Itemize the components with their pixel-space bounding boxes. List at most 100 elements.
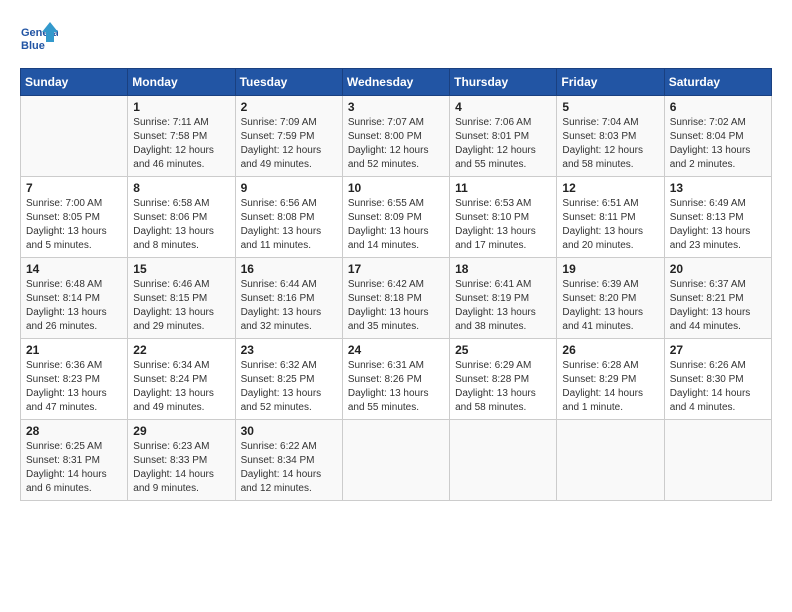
calendar-week-row: 14 Sunrise: 6:48 AMSunset: 8:14 PMDayligh…: [21, 258, 772, 339]
day-number: 9: [241, 181, 337, 195]
day-info: Sunrise: 6:22 AMSunset: 8:34 PMDaylight:…: [241, 440, 337, 496]
day-number: 7: [26, 181, 122, 195]
calendar-day-cell: 28Sunrise: 6:25 AMSunset: 8:31 PMDayligh…: [21, 420, 128, 501]
weekday-header-cell: Monday: [128, 69, 235, 96]
weekday-header-cell: Tuesday: [235, 69, 342, 96]
calendar-day-cell: 6Sunrise: 7:02 AMSunset: 8:04 PMDaylight…: [664, 96, 771, 177]
logo: General Blue: [20, 20, 58, 58]
calendar-week-row: 1 Sunrise: 7:11 AMSunset: 7:58 PMDaylight…: [21, 96, 772, 177]
day-info: Sunrise: 6:44 AMSunset: 8:16 PMDaylight:…: [241, 278, 337, 334]
day-info: Sunrise: 6:29 AMSunset: 8:28 PMDaylight:…: [455, 359, 551, 415]
day-number: 24: [348, 343, 444, 357]
day-number: 2: [241, 100, 337, 114]
day-info: Sunrise: 6:42 AMSunset: 8:18 PMDaylight:…: [348, 278, 444, 334]
day-number: 1: [133, 100, 229, 114]
calendar-body: 1 Sunrise: 7:11 AMSunset: 7:58 PMDaylight…: [21, 96, 772, 501]
svg-text:Blue: Blue: [21, 40, 45, 52]
day-info: Sunrise: 6:48 AMSunset: 8:14 PMDaylight:…: [26, 278, 122, 334]
day-number: 3: [348, 100, 444, 114]
calendar-day-cell: 5Sunrise: 7:04 AMSunset: 8:03 PMDaylight…: [557, 96, 664, 177]
day-number: 10: [348, 181, 444, 195]
day-info: Sunrise: 6:55 AMSunset: 8:09 PMDaylight:…: [348, 197, 444, 253]
calendar-day-cell: 23Sunrise: 6:32 AMSunset: 8:25 PMDayligh…: [235, 339, 342, 420]
calendar-day-cell: 30 Sunrise: 6:22 AMSunset: 8:34 PMDayligh…: [235, 420, 342, 501]
calendar-day-cell: [342, 420, 449, 501]
day-info: Sunrise: 7:00 AMSunset: 8:05 PMDaylight:…: [26, 197, 122, 253]
calendar-day-cell: 24 Sunrise: 6:31 AMSunset: 8:26 PMDayligh…: [342, 339, 449, 420]
calendar-day-cell: 14 Sunrise: 6:48 AMSunset: 8:14 PMDayligh…: [21, 258, 128, 339]
calendar-day-cell: 8Sunrise: 6:58 AMSunset: 8:06 PMDaylight…: [128, 177, 235, 258]
day-info: Sunrise: 6:41 AMSunset: 8:19 PMDaylight:…: [455, 278, 551, 334]
calendar-day-cell: 2 Sunrise: 7:09 AMSunset: 7:59 PMDaylight…: [235, 96, 342, 177]
day-info: Sunrise: 6:31 AMSunset: 8:26 PMDaylight:…: [348, 359, 444, 415]
day-number: 19: [562, 262, 658, 276]
calendar-day-cell: 11 Sunrise: 6:53 AMSunset: 8:10 PMDayligh…: [450, 177, 557, 258]
calendar-day-cell: 1 Sunrise: 7:11 AMSunset: 7:58 PMDaylight…: [128, 96, 235, 177]
day-number: 18: [455, 262, 551, 276]
day-number: 20: [670, 262, 766, 276]
day-info: Sunrise: 6:26 AMSunset: 8:30 PMDaylight:…: [670, 359, 766, 415]
day-number: 25: [455, 343, 551, 357]
day-info: Sunrise: 6:51 AMSunset: 8:11 PMDaylight:…: [562, 197, 658, 253]
calendar-week-row: 28Sunrise: 6:25 AMSunset: 8:31 PMDayligh…: [21, 420, 772, 501]
calendar-day-cell: 4 Sunrise: 7:06 AMSunset: 8:01 PMDaylight…: [450, 96, 557, 177]
day-info: Sunrise: 7:02 AMSunset: 8:04 PMDaylight:…: [670, 116, 766, 172]
day-info: Sunrise: 6:28 AMSunset: 8:29 PMDaylight:…: [562, 359, 658, 415]
calendar-day-cell: 20 Sunrise: 6:37 AMSunset: 8:21 PMDayligh…: [664, 258, 771, 339]
day-info: Sunrise: 6:23 AMSunset: 8:33 PMDaylight:…: [133, 440, 229, 496]
day-number: 4: [455, 100, 551, 114]
day-info: Sunrise: 7:06 AMSunset: 8:01 PMDaylight:…: [455, 116, 551, 172]
day-info: Sunrise: 6:39 AMSunset: 8:20 PMDaylight:…: [562, 278, 658, 334]
calendar-day-cell: 18 Sunrise: 6:41 AMSunset: 8:19 PMDayligh…: [450, 258, 557, 339]
day-number: 23: [241, 343, 337, 357]
day-number: 13: [670, 181, 766, 195]
day-number: 15: [133, 262, 229, 276]
day-number: 27: [670, 343, 766, 357]
weekday-header-cell: Saturday: [664, 69, 771, 96]
day-number: 30: [241, 424, 337, 438]
calendar-day-cell: [664, 420, 771, 501]
calendar-day-cell: 9 Sunrise: 6:56 AMSunset: 8:08 PMDaylight…: [235, 177, 342, 258]
day-number: 26: [562, 343, 658, 357]
calendar-day-cell: 15 Sunrise: 6:46 AMSunset: 8:15 PMDayligh…: [128, 258, 235, 339]
day-number: 5: [562, 100, 658, 114]
calendar-day-cell: 17Sunrise: 6:42 AMSunset: 8:18 PMDayligh…: [342, 258, 449, 339]
day-info: Sunrise: 7:07 AMSunset: 8:00 PMDaylight:…: [348, 116, 444, 172]
calendar-day-cell: 12 Sunrise: 6:51 AMSunset: 8:11 PMDayligh…: [557, 177, 664, 258]
weekday-header-cell: Thursday: [450, 69, 557, 96]
calendar-day-cell: 7 Sunrise: 7:00 AMSunset: 8:05 PMDaylight…: [21, 177, 128, 258]
day-info: Sunrise: 6:49 AMSunset: 8:13 PMDaylight:…: [670, 197, 766, 253]
day-info: Sunrise: 6:36 AMSunset: 8:23 PMDaylight:…: [26, 359, 122, 415]
day-info: Sunrise: 6:53 AMSunset: 8:10 PMDaylight:…: [455, 197, 551, 253]
weekday-header-cell: Sunday: [21, 69, 128, 96]
day-info: Sunrise: 6:37 AMSunset: 8:21 PMDaylight:…: [670, 278, 766, 334]
calendar-day-cell: 25 Sunrise: 6:29 AMSunset: 8:28 PMDayligh…: [450, 339, 557, 420]
calendar-day-cell: [557, 420, 664, 501]
calendar-day-cell: 19 Sunrise: 6:39 AMSunset: 8:20 PMDayligh…: [557, 258, 664, 339]
calendar-day-cell: 21 Sunrise: 6:36 AMSunset: 8:23 PMDayligh…: [21, 339, 128, 420]
day-info: Sunrise: 6:46 AMSunset: 8:15 PMDaylight:…: [133, 278, 229, 334]
weekday-header-cell: Wednesday: [342, 69, 449, 96]
calendar-day-cell: 29Sunrise: 6:23 AMSunset: 8:33 PMDayligh…: [128, 420, 235, 501]
day-number: 12: [562, 181, 658, 195]
calendar-day-cell: 13 Sunrise: 6:49 AMSunset: 8:13 PMDayligh…: [664, 177, 771, 258]
calendar-day-cell: [21, 96, 128, 177]
weekday-header-cell: Friday: [557, 69, 664, 96]
day-info: Sunrise: 6:56 AMSunset: 8:08 PMDaylight:…: [241, 197, 337, 253]
day-number: 11: [455, 181, 551, 195]
calendar-week-row: 7 Sunrise: 7:00 AMSunset: 8:05 PMDaylight…: [21, 177, 772, 258]
calendar-day-cell: 27 Sunrise: 6:26 AMSunset: 8:30 PMDayligh…: [664, 339, 771, 420]
calendar-day-cell: 26 Sunrise: 6:28 AMSunset: 8:29 PMDayligh…: [557, 339, 664, 420]
calendar-day-cell: 16 Sunrise: 6:44 AMSunset: 8:16 PMDayligh…: [235, 258, 342, 339]
day-number: 16: [241, 262, 337, 276]
calendar-day-cell: 3 Sunrise: 7:07 AMSunset: 8:00 PMDaylight…: [342, 96, 449, 177]
day-number: 22: [133, 343, 229, 357]
calendar-day-cell: [450, 420, 557, 501]
day-number: 21: [26, 343, 122, 357]
day-number: 14: [26, 262, 122, 276]
day-info: Sunrise: 6:25 AMSunset: 8:31 PMDaylight:…: [26, 440, 122, 496]
day-info: Sunrise: 7:09 AMSunset: 7:59 PMDaylight:…: [241, 116, 337, 172]
weekday-header-row: SundayMondayTuesdayWednesdayThursdayFrid…: [21, 69, 772, 96]
calendar-week-row: 21 Sunrise: 6:36 AMSunset: 8:23 PMDayligh…: [21, 339, 772, 420]
day-info: Sunrise: 7:11 AMSunset: 7:58 PMDaylight:…: [133, 116, 229, 172]
